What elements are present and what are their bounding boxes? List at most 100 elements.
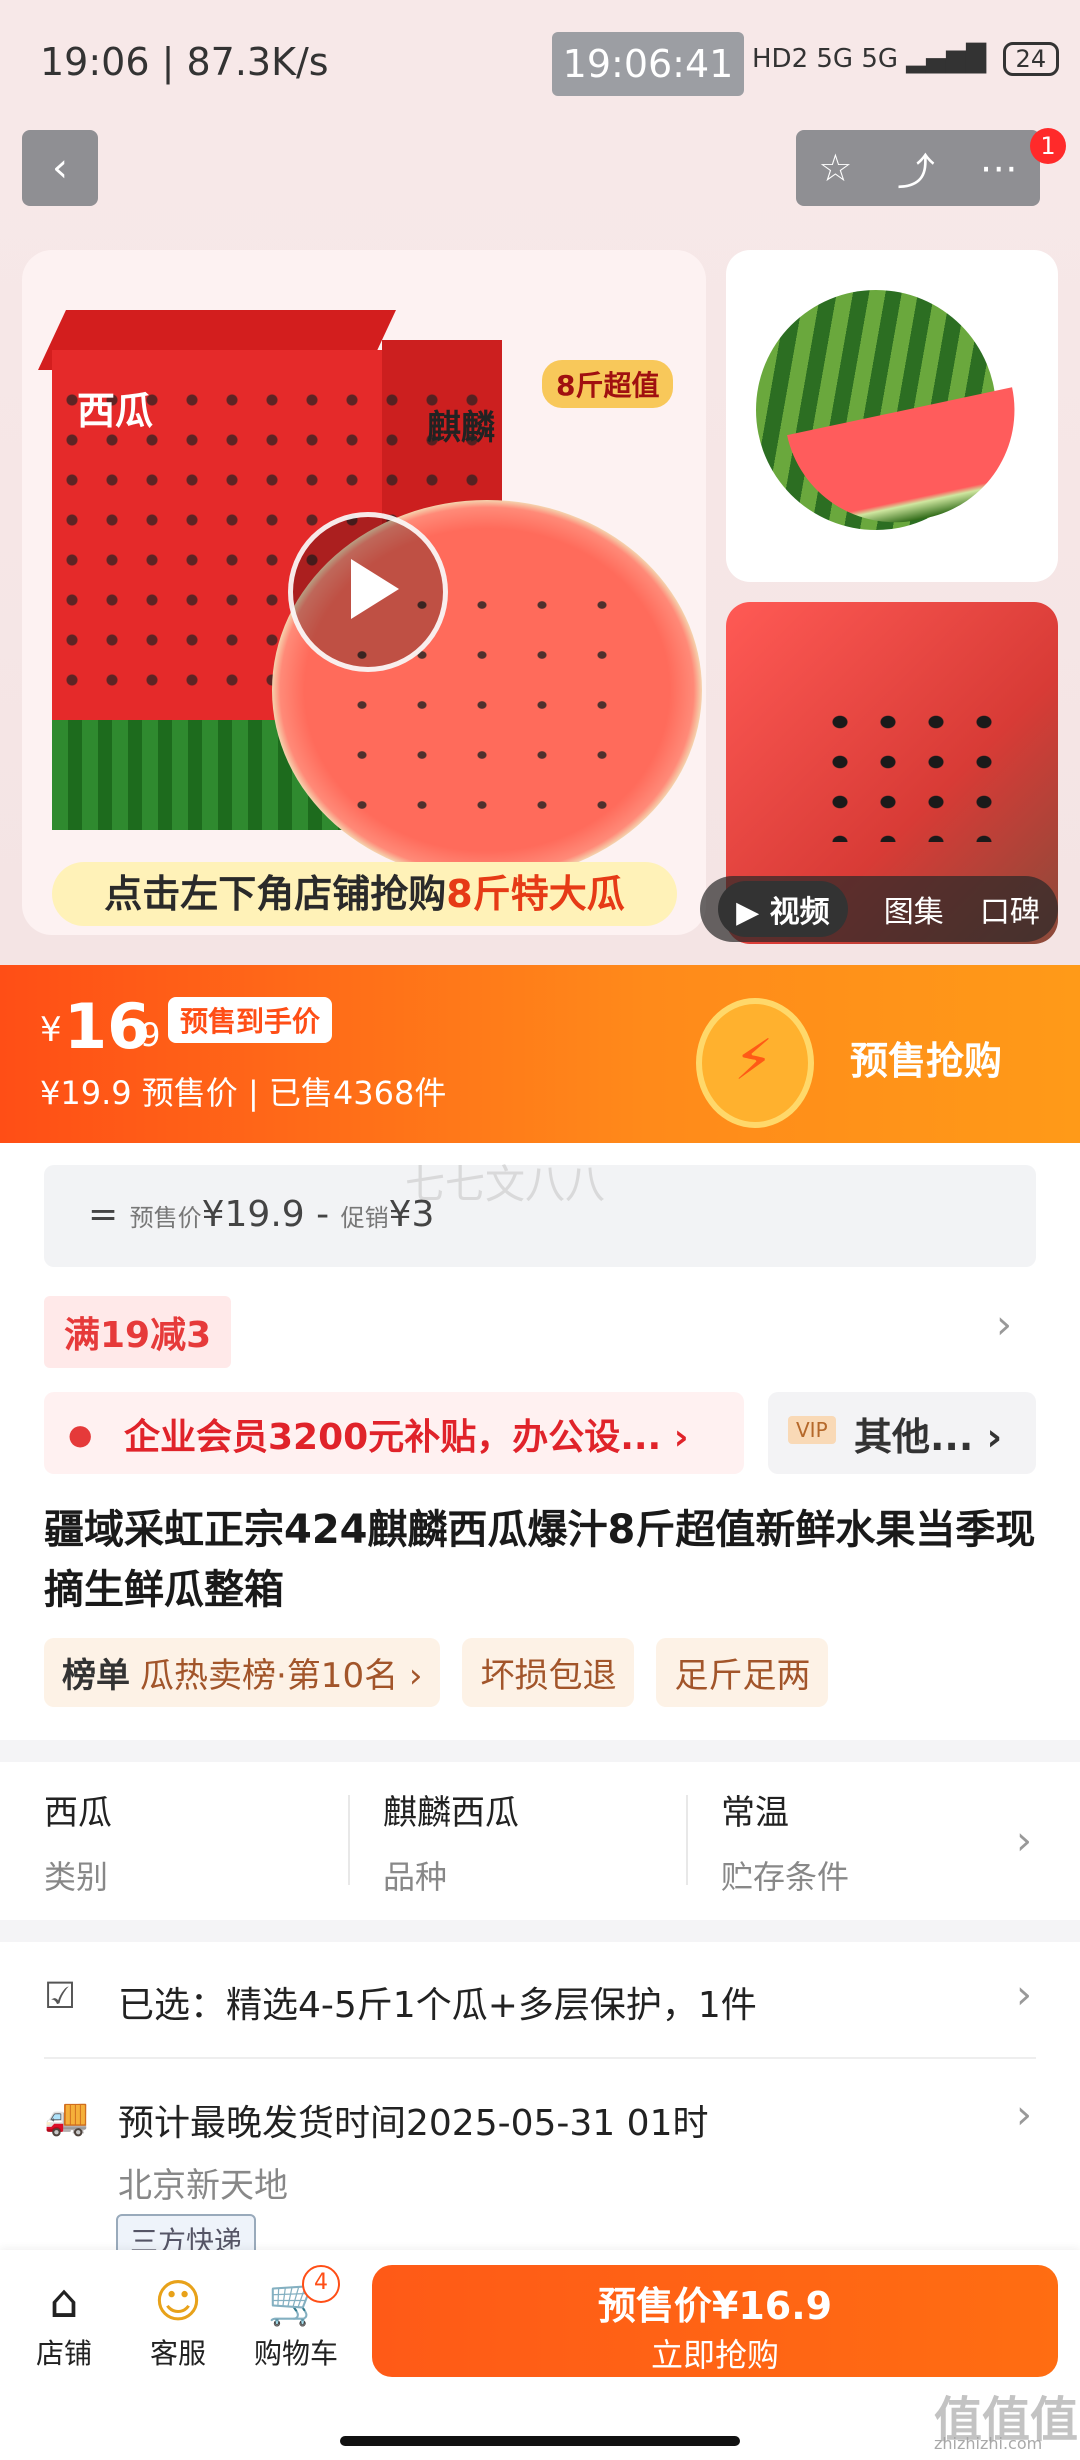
- header-actions: ☆ ⤴ ⋯: [796, 130, 1040, 206]
- presale-value: ¥19.9: [201, 1194, 305, 1235]
- vip-badge: VIP: [788, 1416, 836, 1444]
- subsidy-label: 企业会员3200元补贴，办公设...: [124, 1417, 662, 1458]
- status-left-text: 19:06 | 87.3K/s: [40, 40, 329, 84]
- store-icon: ⌂: [49, 2274, 79, 2328]
- system-icons: HD2 5G 5G ▂▄▆█ 24: [752, 42, 1060, 76]
- attribute-value: 西瓜: [44, 1793, 112, 1833]
- coupon-badge[interactable]: 满19减3: [44, 1296, 232, 1368]
- chevron-right-icon[interactable]: ›: [1016, 1818, 1032, 1864]
- other-benefits-card[interactable]: VIP 其他... ›: [768, 1392, 1036, 1474]
- chevron-right-icon: ›: [986, 1415, 1003, 1459]
- chevron-right-icon: ›: [673, 1417, 689, 1458]
- buy-button-price: 预售价¥16.9: [597, 2284, 833, 2328]
- hero-banner[interactable]: 点击左下角店铺抢购8斤特大瓜: [52, 862, 677, 926]
- back-button[interactable]: ‹: [22, 130, 98, 206]
- hero-banner-prefix: 点击左下角店铺抢购: [104, 872, 447, 916]
- star-icon[interactable]: ☆: [818, 146, 852, 190]
- presale-label: 预售价: [129, 1204, 202, 1232]
- sold-count: 已售4368件: [268, 1074, 447, 1112]
- corner-watermark-url: zhizhizhi.com: [934, 2434, 1043, 2453]
- signal-icon: ▂▄▆█: [906, 44, 987, 74]
- section-divider: [0, 1740, 1080, 1762]
- minus-sign: -: [316, 1194, 330, 1235]
- damage-refund-chip[interactable]: 坏损包退: [462, 1638, 635, 1707]
- section-divider: [0, 1920, 1080, 1942]
- box-value-badge: 8斤超值: [542, 360, 674, 408]
- status-center-time: 19:06:41: [552, 32, 744, 96]
- equals-sign: =: [88, 1194, 119, 1235]
- box-brand-left: 西瓜: [77, 389, 154, 433]
- chevron-right-icon[interactable]: ›: [996, 1302, 1012, 1348]
- box-brand-right: 麒麟: [427, 408, 495, 448]
- media-tabs: ▶ 视频 图集 口碑: [700, 876, 1058, 942]
- subsidy-text: 企业会员3200元补贴，办公设... ›: [124, 1408, 689, 1460]
- attribute-key: 贮存条件: [721, 1858, 850, 1896]
- chevron-left-icon: ‹: [52, 145, 68, 191]
- battery-icon: 24: [1002, 42, 1060, 76]
- notification-badge: 1: [1030, 128, 1066, 164]
- watermelon-closeup-seeds: [816, 702, 1016, 842]
- tab-video-label: 视频: [769, 895, 830, 930]
- attribute-category[interactable]: 西瓜 类别: [44, 1785, 344, 1898]
- service-icon: ☺: [154, 2274, 202, 2328]
- lightning-icon: ⚡: [734, 1028, 774, 1093]
- original-price-label: 预售价: [141, 1074, 238, 1112]
- attribute-variety[interactable]: 麒麟西瓜 品种: [383, 1785, 683, 1898]
- divider: |: [247, 1074, 269, 1112]
- price-currency: ¥: [40, 1010, 62, 1050]
- other-benefits-text: 其他... ›: [854, 1406, 1002, 1461]
- buy-button-label: 立即抢购: [650, 2336, 779, 2374]
- attribute-value: 常温: [721, 1793, 789, 1833]
- price-decimal: .9: [130, 1016, 161, 1054]
- cart-count-badge: 4: [302, 2265, 340, 2303]
- network-indicator: HD2 5G 5G: [752, 44, 899, 74]
- attribute-divider: [348, 1795, 350, 1885]
- chevron-right-icon[interactable]: ›: [1016, 1972, 1032, 2018]
- truck-icon: 🚚: [44, 2097, 89, 2138]
- thumbnail-image-1[interactable]: [726, 250, 1058, 582]
- breakdown-text: = 预售价¥19.9 - 促销¥3: [88, 1194, 434, 1235]
- share-icon[interactable]: ⤴: [897, 141, 935, 196]
- price-tag: 预售到手价: [168, 997, 333, 1043]
- attribute-value: 麒麟西瓜: [383, 1793, 519, 1833]
- row-divider: [44, 2057, 1036, 2059]
- user-icon: ●: [68, 1418, 93, 1451]
- main-product-image[interactable]: 西瓜 麒麟 8斤超值 点击左下角店铺抢购8斤特大瓜: [22, 250, 706, 935]
- price-subline: ¥19.9 预售价 | 已售4368件: [40, 1068, 446, 1114]
- more-icon[interactable]: ⋯: [980, 146, 1018, 190]
- tab-video[interactable]: ▶ 视频: [718, 881, 848, 937]
- tab-gallery[interactable]: 图集: [884, 887, 944, 931]
- ranking-chip-label: 榜单: [62, 1656, 130, 1696]
- other-benefits-label: 其他...: [854, 1415, 974, 1459]
- shipping-time[interactable]: 预计最晚发货时间2025-05-31 01时: [118, 2094, 708, 2146]
- attribute-key: 品种: [383, 1858, 448, 1896]
- shipping-location: 北京新天地: [118, 2166, 288, 2206]
- tab-reviews[interactable]: 口碑: [980, 887, 1040, 931]
- ranking-chip[interactable]: 榜单 瓜热卖榜·第10名 ›: [44, 1638, 441, 1707]
- service-button[interactable]: ☺ 客服: [128, 2270, 228, 2372]
- selected-spec[interactable]: 已选：精选4-5斤1个瓜+多层保护，1件: [118, 1976, 757, 2028]
- hero-banner-highlight: 8斤特大瓜: [446, 872, 625, 916]
- attribute-divider: [686, 1795, 688, 1885]
- product-title: 疆域采虹正宗424麒麟西瓜爆汁8斤超值新鲜水果当季现摘生鲜瓜整箱: [44, 1507, 1036, 1613]
- stopwatch-icon: ⚡: [696, 962, 814, 1140]
- attribute-key: 类别: [44, 1858, 109, 1896]
- cart-label: 购物车: [253, 2337, 338, 2370]
- full-weight-chip[interactable]: 足斤足两: [656, 1638, 829, 1707]
- product-chips: 榜单 瓜热卖榜·第10名 › 坏损包退 足斤足两: [44, 1638, 829, 1707]
- overlay-watermark: 七七文八八: [405, 1162, 605, 1208]
- store-button[interactable]: ⌂ 店铺: [14, 2270, 114, 2372]
- presale-cta[interactable]: 预售抢购: [850, 1030, 1002, 1085]
- chevron-right-icon[interactable]: ›: [1016, 2092, 1032, 2138]
- attribute-storage[interactable]: 常温 贮存条件: [721, 1785, 1021, 1898]
- subsidy-card[interactable]: ● 企业会员3200元补贴，办公设... ›: [44, 1392, 744, 1474]
- checklist-icon: ☑: [44, 1976, 77, 2017]
- home-indicator[interactable]: [340, 2436, 740, 2446]
- buy-now-button[interactable]: 预售价¥16.9 立即抢购: [372, 2265, 1058, 2377]
- promo-label: 促销: [340, 1204, 389, 1232]
- service-label: 客服: [149, 2337, 206, 2370]
- store-label: 店铺: [35, 2337, 92, 2370]
- play-video-icon[interactable]: [288, 512, 448, 672]
- ranking-chip-text: 瓜热卖榜·第10名 ›: [140, 1656, 423, 1696]
- original-price: ¥19.9: [40, 1074, 132, 1112]
